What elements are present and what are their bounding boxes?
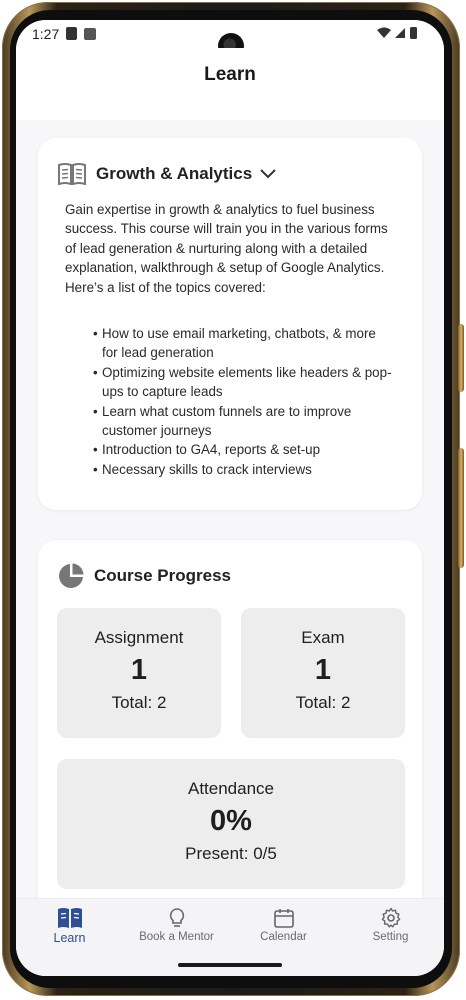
topic-item: Learn what custom funnels are to improve… xyxy=(93,402,393,441)
notification-a-icon xyxy=(84,28,96,40)
home-indicator[interactable] xyxy=(178,963,282,967)
attendance-value: 0% xyxy=(210,805,252,837)
topic-list: How to use email marketing, chatbots, & … xyxy=(93,324,393,480)
exam-value: 1 xyxy=(314,654,332,686)
course-card: Growth & Analytics Gain expertise in gro… xyxy=(38,138,422,510)
course-progress-card: Course Progress Assignment 1 Total: 2 Ex… xyxy=(38,540,422,898)
nav-item-learn[interactable]: Learn xyxy=(16,899,123,959)
attendance-present: Present: 0/5 xyxy=(185,844,277,863)
assignment-stat: Assignment 1 Total: 2 xyxy=(57,608,221,738)
topic-item: Necessary skills to crack interviews xyxy=(93,460,393,480)
topic-item: How to use email marketing, chatbots, & … xyxy=(93,324,393,363)
nav-label-learn: Learn xyxy=(53,931,86,945)
exam-label: Exam xyxy=(301,628,345,647)
calendar-icon xyxy=(273,909,294,928)
nav-item-calendar[interactable]: Calendar xyxy=(230,899,337,959)
status-right-icons xyxy=(376,26,428,43)
nav-label-book-a-mentor: Book a Mentor xyxy=(139,931,214,943)
topic-item: Introduction to GA4, reports & set-up xyxy=(93,440,393,460)
course-title: Growth & Analytics xyxy=(96,164,253,183)
open-book-icon xyxy=(58,163,86,185)
nav-item-book-a-mentor[interactable]: Book a Mentor xyxy=(123,899,230,959)
status-time: 1:27 xyxy=(32,26,60,42)
book-icon xyxy=(57,908,82,928)
main-content[interactable]: Growth & Analytics Gain expertise in gro… xyxy=(16,120,444,898)
volume-button xyxy=(458,324,464,392)
nav-item-setting[interactable]: Setting xyxy=(337,899,444,959)
exam-stat: Exam 1 Total: 2 xyxy=(241,608,405,738)
nav-label-calendar: Calendar xyxy=(260,931,307,943)
wifi-signal-battery-icon xyxy=(377,27,417,39)
exam-total: Total: 2 xyxy=(295,693,351,712)
assignment-total: Total: 2 xyxy=(111,693,167,712)
app-bar: Learn xyxy=(16,48,444,120)
pie-chart-icon xyxy=(59,563,84,588)
page-title: Learn xyxy=(204,64,256,85)
course-description: Gain expertise in growth & analytics to … xyxy=(65,202,388,295)
attendance-label: Attendance xyxy=(187,779,274,798)
lightbulb-icon xyxy=(169,908,184,927)
sd-card-icon xyxy=(66,27,77,40)
progress-title: Course Progress xyxy=(94,566,231,585)
assignment-label: Assignment xyxy=(94,628,184,647)
topic-item: Optimizing website elements like headers… xyxy=(93,363,393,402)
nav-label-setting: Setting xyxy=(372,931,409,943)
course-header[interactable]: Growth & Analytics xyxy=(58,160,276,188)
attendance-stat: Attendance 0% Present: 0/5 xyxy=(57,759,405,889)
chevron-down-icon[interactable] xyxy=(260,169,276,179)
progress-header: Course Progress xyxy=(58,562,231,590)
app-screen: 1:27 Learn Growth & Analytics Gain exper… xyxy=(16,20,444,976)
assignment-value: 1 xyxy=(130,654,148,686)
gear-icon xyxy=(381,907,400,928)
power-button xyxy=(458,448,464,568)
